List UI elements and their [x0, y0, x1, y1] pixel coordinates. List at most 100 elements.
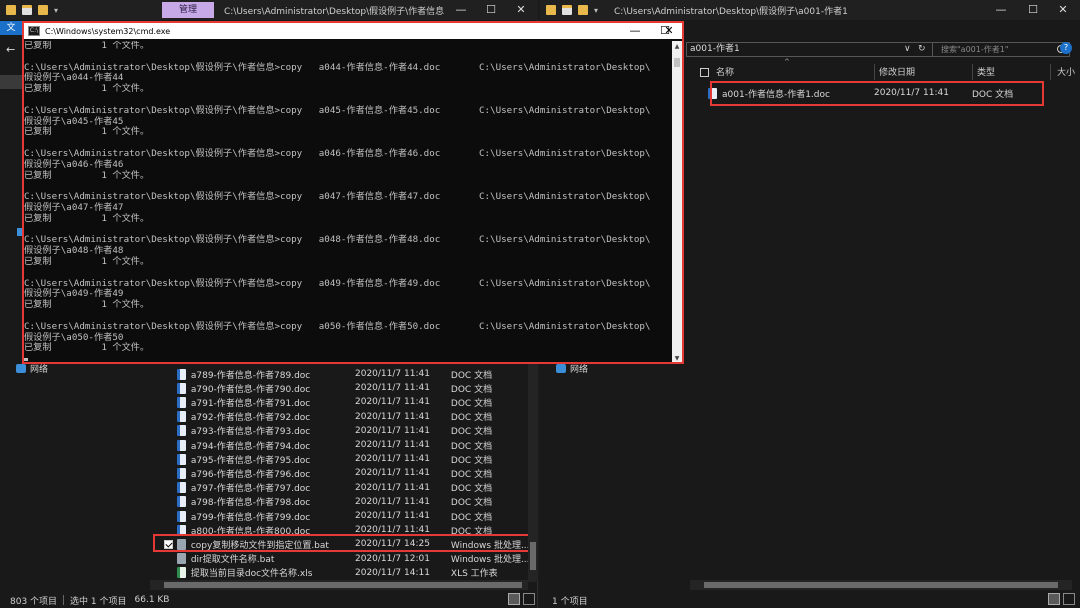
file-name: a789-作者信息-作者789.doc — [190, 370, 311, 381]
status-bar: 1 个项目 — [552, 592, 588, 608]
list-item[interactable]: a794-作者信息-作者794.doc 2020/11/7 11:41 DOC 文档 — [160, 438, 530, 452]
scroll-down-icon[interactable]: ▼ — [672, 355, 682, 362]
sidebar-item-selected[interactable] — [0, 75, 22, 89]
minimize-icon[interactable]: — — [620, 23, 650, 39]
close-icon[interactable]: ✕ — [1048, 2, 1078, 18]
row-checkbox[interactable] — [164, 426, 173, 435]
highlight-box — [153, 534, 535, 552]
scrollbar-thumb[interactable] — [530, 542, 536, 570]
new-folder-icon[interactable] — [578, 5, 588, 15]
doc-file-icon — [176, 453, 186, 465]
minimize-icon[interactable]: — — [986, 2, 1016, 18]
list-item[interactable]: a799-作者信息-作者799.doc 2020/11/7 11:41 DOC 文档 — [160, 509, 530, 523]
file-type: Windows 批处理... — [450, 555, 530, 566]
scrollbar-thumb[interactable] — [164, 582, 522, 588]
large-icons-view-icon[interactable] — [1063, 593, 1075, 605]
address-bar[interactable]: a001-作者1 — [686, 42, 968, 57]
customize-toolbar-icon[interactable]: ▾ — [594, 6, 598, 15]
list-item[interactable]: a791-作者信息-作者791.doc 2020/11/7 11:41 DOC 文档 — [160, 395, 530, 409]
customize-toolbar-icon[interactable]: ▾ — [54, 6, 58, 15]
row-checkbox[interactable] — [164, 469, 173, 478]
column-header-size[interactable]: 大小 — [1057, 66, 1075, 80]
doc-file-icon — [176, 482, 186, 494]
column-divider — [1050, 64, 1051, 80]
horizontal-scrollbar[interactable] — [150, 580, 528, 590]
row-checkbox[interactable] — [164, 455, 173, 464]
row-checkbox[interactable] — [164, 497, 173, 506]
list-item[interactable]: a798-作者信息-作者798.doc 2020/11/7 11:41 DOC 文档 — [160, 495, 530, 509]
file-type: DOC 文档 — [450, 398, 493, 409]
list-item[interactable]: a796-作者信息-作者796.doc 2020/11/7 11:41 DOC 文档 — [160, 466, 530, 480]
file-type: DOC 文档 — [450, 469, 493, 480]
list-item[interactable]: dir提取文件名称.bat 2020/11/7 12:01 Windows 批处理.… — [160, 552, 530, 566]
row-checkbox[interactable] — [164, 384, 173, 393]
list-item[interactable]: a789-作者信息-作者789.doc 2020/11/7 11:41 DOC 文档 — [160, 367, 530, 381]
cmd-output[interactable]: 已复制 1 个文件。 C:\Users\Administrator\Desktop… — [24, 41, 674, 362]
details-view-icon[interactable] — [1048, 593, 1060, 605]
file-name: a799-作者信息-作者799.doc — [190, 512, 311, 523]
properties-icon[interactable] — [22, 5, 32, 15]
network-icon — [16, 364, 26, 373]
file-date: 2020/11/7 11:41 — [355, 468, 430, 479]
vertical-scrollbar[interactable] — [528, 364, 538, 582]
select-all-checkbox[interactable] — [700, 68, 709, 77]
doc-file-icon — [176, 411, 186, 423]
file-name: a794-作者信息-作者794.doc — [190, 441, 311, 452]
row-checkbox[interactable] — [164, 554, 173, 563]
row-checkbox[interactable] — [164, 441, 173, 450]
maximize-icon[interactable]: ☐ — [476, 2, 506, 18]
maximize-icon[interactable]: ☐ — [1018, 2, 1048, 18]
vertical-scrollbar[interactable]: ▲ ▼ — [672, 41, 682, 362]
row-checkbox[interactable] — [164, 512, 173, 521]
doc-file-icon — [176, 368, 186, 380]
row-checkbox[interactable] — [164, 370, 173, 379]
new-folder-icon[interactable] — [38, 5, 48, 15]
scrollbar-thumb[interactable] — [674, 58, 680, 67]
cmd-icon: C:\ — [28, 26, 40, 36]
help-icon[interactable]: ? — [1060, 42, 1072, 54]
row-checkbox[interactable] — [164, 568, 173, 577]
list-item[interactable]: a797-作者信息-作者797.doc 2020/11/7 11:41 DOC 文档 — [160, 481, 530, 495]
close-icon[interactable]: ✕ — [506, 2, 536, 18]
scrollbar-thumb[interactable] — [704, 582, 1058, 588]
tab-file[interactable]: 文 — [0, 21, 22, 35]
column-header-type[interactable]: 类型 — [977, 66, 995, 80]
window-title: C:\Users\Administrator\Desktop\假设例子\作者信息 — [224, 7, 445, 17]
details-view-icon[interactable] — [508, 593, 520, 605]
list-item[interactable]: a793-作者信息-作者793.doc 2020/11/7 11:41 DOC 文档 — [160, 424, 530, 438]
properties-icon[interactable] — [562, 5, 572, 15]
minimize-icon[interactable]: — — [446, 2, 476, 18]
divider — [63, 595, 65, 605]
cmd-output-line: 已复制 1 个文件。 — [24, 342, 150, 354]
column-header-name[interactable]: 名称 — [716, 66, 734, 80]
search-input[interactable]: 搜索"a001-作者1" — [932, 42, 1070, 57]
list-item[interactable]: a792-作者信息-作者792.doc 2020/11/7 11:41 DOC 文档 — [160, 410, 530, 424]
chevron-down-icon[interactable]: ∨ — [904, 44, 911, 54]
close-icon[interactable]: ✕ — [654, 23, 684, 39]
scroll-up-icon[interactable]: ▲ — [672, 43, 682, 50]
folder-icon[interactable] — [6, 5, 16, 15]
column-header-date[interactable]: 修改日期 — [879, 66, 915, 80]
address-text: a001-作者1 — [690, 44, 740, 54]
file-type: DOC 文档 — [450, 413, 493, 424]
row-checkbox[interactable] — [164, 483, 173, 492]
file-type: DOC 文档 — [450, 498, 493, 509]
cmd-output-line: 已复制 1 个文件。 — [24, 255, 150, 267]
file-date: 2020/11/7 11:41 — [355, 411, 430, 422]
list-item[interactable]: 提取当前目录doc文件名称.xls 2020/11/7 14:11 XLS 工作表 — [160, 566, 530, 580]
search-placeholder: 搜索"a001-作者1" — [941, 45, 1009, 54]
list-item[interactable]: a790-作者信息-作者790.doc 2020/11/7 11:41 DOC 文档 — [160, 381, 530, 395]
tab-manage[interactable]: 管理 — [162, 2, 214, 18]
doc-file-icon — [176, 467, 186, 479]
list-item[interactable]: a795-作者信息-作者795.doc 2020/11/7 11:41 DOC 文档 — [160, 452, 530, 466]
file-name: a796-作者信息-作者796.doc — [190, 469, 311, 480]
large-icons-view-icon[interactable] — [523, 593, 535, 605]
back-arrow-icon[interactable]: ← — [6, 43, 15, 56]
folder-icon[interactable] — [546, 5, 556, 15]
refresh-icon[interactable]: ↻ — [918, 44, 926, 54]
horizontal-scrollbar[interactable] — [690, 580, 1072, 590]
cmd-output-line: 已复制 1 个文件。 — [24, 169, 150, 181]
row-checkbox[interactable] — [164, 412, 173, 421]
row-checkbox[interactable] — [164, 398, 173, 407]
cmd-output-line: 已复制 1 个文件。 — [24, 41, 150, 51]
